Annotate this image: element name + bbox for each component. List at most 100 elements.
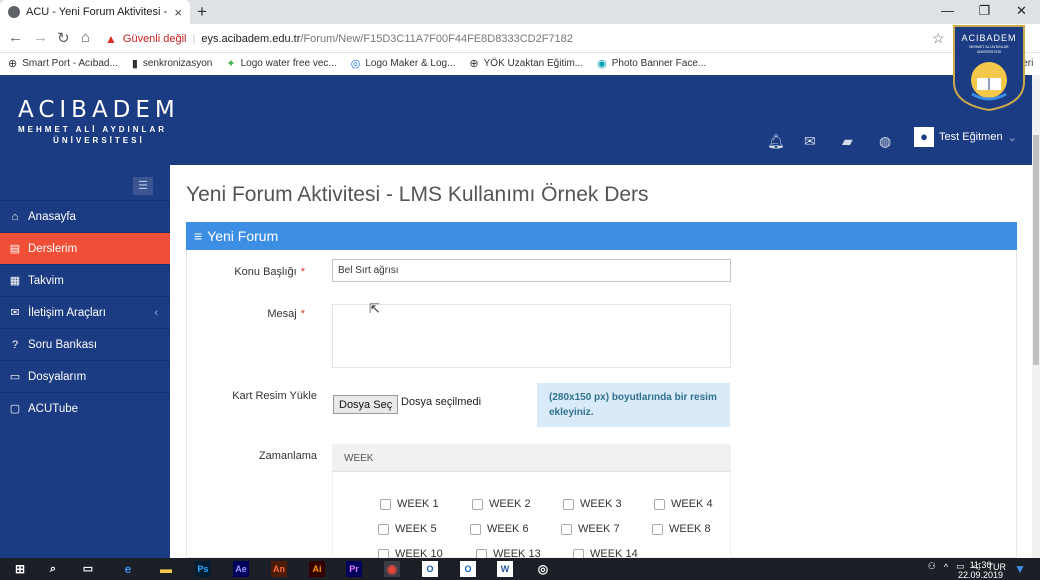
checkbox-icon[interactable]	[652, 523, 663, 535]
site-header: ACIBADEM MEHMET ALİ AYDINLAR ÜNİVERSİTES…	[0, 75, 1032, 165]
tab-title: ACU - Yeni Forum Aktivitesi - ACU	[26, 6, 168, 18]
checkbox-icon[interactable]	[472, 498, 483, 510]
sidebar-item-takvim[interactable]: ▦ Takvim	[0, 264, 170, 296]
bookmark-favicon-icon: ◎	[350, 57, 361, 70]
bookmark-item[interactable]: ⊕ YÖK Uzaktan Eğitim...	[469, 57, 583, 70]
user-menu[interactable]: ● Test Eğitmen ⌄	[914, 127, 1017, 147]
folder-icon[interactable]: ▬	[158, 561, 174, 577]
panel-title: Yeni Forum	[207, 228, 279, 244]
week-checkbox[interactable]: WEEK 3	[563, 498, 622, 510]
search-icon[interactable]: ⌕	[45, 561, 61, 577]
outlook-icon[interactable]: O	[422, 561, 438, 577]
week-checkbox[interactable]: WEEK 4	[654, 498, 713, 510]
bookmark-item[interactable]: ◉ Photo Banner Face...	[597, 57, 706, 70]
bell-icon[interactable]: 🔔︎	[767, 133, 785, 150]
bookmark-star-icon[interactable]: ☆	[932, 30, 945, 47]
animate-icon[interactable]: An	[271, 561, 287, 577]
warning-icon: ▲	[105, 31, 117, 46]
menu-toggle-button[interactable]: ☰	[133, 177, 153, 195]
mail-icon[interactable]: ✉	[804, 133, 816, 150]
brand-logo[interactable]: ACIBADEM MEHMET ALİ AYDINLAR ÜNİVERSİTES…	[18, 97, 180, 145]
people-icon[interactable]: ⚇	[928, 561, 936, 572]
checkbox-icon[interactable]	[380, 498, 391, 510]
sidebar-item-anasayfa[interactable]: ⌂ Anasayfa	[0, 200, 170, 232]
clock-time: 11:30	[969, 560, 992, 570]
bookmark-favicon-icon: ◉	[597, 57, 607, 70]
checkbox-icon[interactable]	[470, 523, 481, 535]
calendar-icon: ▦	[9, 275, 21, 287]
bookmark-item[interactable]: ✦ Logo water free vec...	[226, 57, 336, 70]
security-status: Güvenli değil	[122, 32, 187, 45]
restore-icon[interactable]: ❐	[966, 0, 1003, 24]
week-checkbox[interactable]: WEEK 5	[378, 523, 437, 535]
reload-icon[interactable]: ↻	[57, 29, 70, 47]
illustrator-icon[interactable]: Ai	[309, 561, 325, 577]
week-checkbox[interactable]: WEEK 6	[470, 523, 529, 535]
chevron-up-icon[interactable]: ^	[944, 562, 948, 572]
video-icon: ▢	[9, 403, 21, 415]
book-icon[interactable]: ▰	[842, 133, 853, 150]
browser-tab-active[interactable]: ACU - Yeni Forum Aktivitesi - ACU ×	[0, 0, 190, 24]
forward-arrow-icon[interactable]: →	[33, 29, 48, 46]
tab-close-button[interactable]: ×	[174, 5, 182, 20]
sidebar-item-dosyalarim[interactable]: ▭ Dosyalarım	[0, 360, 170, 392]
bookmark-favicon-icon: ✦	[226, 57, 236, 70]
question-icon: ?	[11, 338, 19, 351]
globe-icon[interactable]: ◍	[879, 133, 891, 150]
sidebar-item-acutube[interactable]: ▢ ACUTube	[0, 392, 170, 424]
sidebar-item-soru-bankasi[interactable]: ? Soru Bankası	[0, 328, 170, 360]
choose-file-button[interactable]: Dosya Seç	[333, 395, 399, 414]
bookmark-favicon-icon: ▮	[131, 57, 138, 70]
university-tray-icon[interactable]: ▼	[1012, 561, 1028, 577]
edge-icon[interactable]: e	[120, 561, 136, 577]
sidebar-item-iletisim-araclari[interactable]: ✉ İletişim Araçları ‹	[0, 296, 170, 328]
chrome-icon[interactable]: ◉	[384, 561, 400, 577]
file-status-text: Dosya seçilmedi	[401, 396, 482, 408]
checkbox-icon[interactable]	[561, 523, 572, 535]
after-effects-icon[interactable]: Ae	[233, 561, 249, 577]
week-checkbox-group	[332, 472, 731, 558]
bookmark-item[interactable]: ▮ senkronizasyon	[132, 57, 213, 70]
list-icon: ≡	[194, 228, 203, 244]
url-field[interactable]: ▲ Güvenli değil | eys.acibadem.edu.tr/Fo…	[105, 28, 955, 49]
week-checkbox[interactable]: WEEK 1	[380, 498, 439, 510]
task-view-icon[interactable]: ▭	[80, 561, 96, 577]
word-icon[interactable]: W	[497, 561, 513, 577]
checkbox-icon[interactable]	[654, 498, 665, 510]
photoshop-icon[interactable]: Ps	[195, 561, 211, 577]
mouse-cursor-icon: ⇱	[369, 301, 380, 316]
minimize-icon[interactable]: —	[929, 0, 966, 24]
seal-text-1: ACIBADEM	[961, 33, 1016, 43]
bookmark-item[interactable]: ⊕ Smart Port - Acıbad...	[8, 57, 118, 70]
checkbox-icon[interactable]	[378, 523, 389, 535]
outlook-icon-2[interactable]: O	[460, 561, 476, 577]
scrollbar-thumb[interactable]	[1033, 135, 1039, 365]
back-arrow-icon[interactable]: ←	[8, 29, 23, 46]
brand-subtitle-2: ÜNİVERSİTESİ	[53, 136, 145, 145]
required-mark: *	[300, 266, 305, 278]
sidebar-item-derslerim[interactable]: ▤ Derslerim	[0, 232, 170, 264]
close-window-icon[interactable]: ✕	[1003, 0, 1040, 24]
bookmark-favicon-icon: ⊕	[469, 57, 479, 70]
home-icon: ⌂	[11, 210, 19, 223]
window-controls: — ❐ ✕	[929, 0, 1040, 24]
bookmark-item[interactable]: ◎ Logo Maker & Log...	[351, 57, 456, 70]
premiere-icon[interactable]: Pr	[346, 561, 362, 577]
checkbox-icon[interactable]	[563, 498, 574, 510]
message-editor[interactable]	[332, 304, 731, 368]
university-seal-logo: ACIBADEM MEHMET ALİ AYDINLAR ÜNİVERSİTES…	[953, 25, 1025, 112]
image-size-hint: (280x150 px) boyutlarında bir resim ekle…	[537, 383, 730, 427]
week-checkbox[interactable]: WEEK 8	[652, 523, 711, 535]
week-checkbox[interactable]: WEEK 2	[472, 498, 531, 510]
home-icon[interactable]: ⌂	[81, 29, 90, 46]
new-tab-button[interactable]: +	[197, 2, 207, 22]
seal-text-2: MEHMET ALİ AYDINLAR	[969, 44, 1009, 49]
page-scrollbar[interactable]	[1032, 75, 1040, 558]
week-section-header[interactable]: WEEK	[332, 444, 731, 472]
week-checkbox[interactable]: WEEK 7	[561, 523, 620, 535]
system-clock[interactable]: 11:30 22.09.2019	[958, 560, 1003, 580]
brand-subtitle: MEHMET ALİ AYDINLAR	[18, 125, 167, 134]
subject-input[interactable]	[332, 259, 731, 282]
obs-icon[interactable]: ◎	[535, 561, 551, 577]
windows-start-icon[interactable]: ⊞	[12, 561, 28, 577]
